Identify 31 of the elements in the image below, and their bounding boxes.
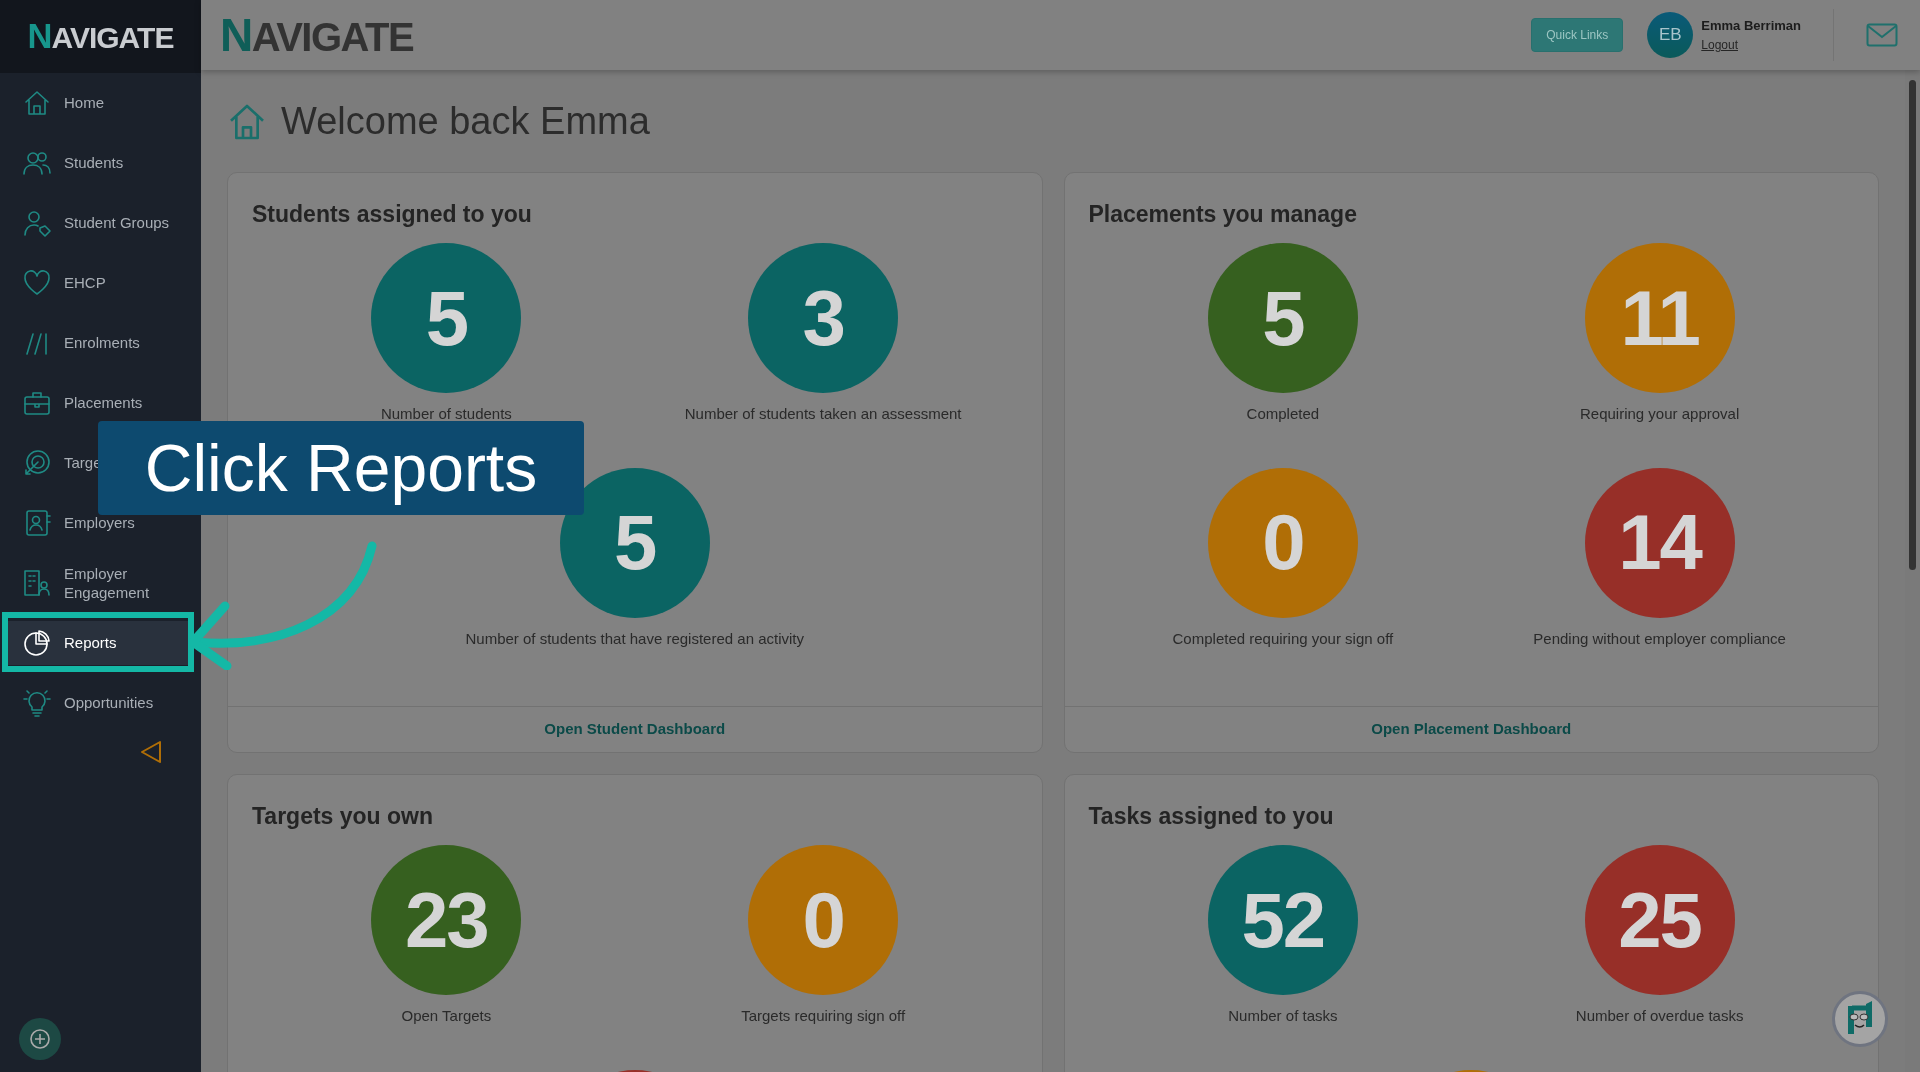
stat-label: Number of students that have registered an activity xyxy=(465,628,804,649)
stat-label: Open Targets xyxy=(401,1006,492,1026)
stat-label: Completed xyxy=(1246,404,1320,424)
logo: NAVIGATE xyxy=(27,15,174,57)
stat-label: Number of students xyxy=(380,404,512,424)
stat-label: Pending without employer compliance xyxy=(1533,628,1786,649)
stat-circle: 3 xyxy=(748,243,899,393)
stat-circle: 14 xyxy=(1584,467,1735,618)
card-title: Placements you manage xyxy=(1087,200,1358,229)
stat-circle: 11 xyxy=(1584,243,1735,393)
page-title: Welcome back Emma xyxy=(281,99,650,145)
stat-circle: 5 xyxy=(1207,243,1358,393)
callout-tooltip: Click Reports xyxy=(98,421,584,515)
stat-circle: 0 xyxy=(748,845,899,995)
user-name: Emma Berriman xyxy=(1701,17,1801,36)
stat-label: Requiring your approval xyxy=(1580,404,1740,424)
stat-circle: 5 xyxy=(559,467,710,618)
card-title: Students assigned to you xyxy=(251,200,533,229)
stat-label: Number of overdue tasks xyxy=(1575,1006,1744,1026)
stat-circle: 5 xyxy=(371,243,522,393)
stat-label: Number of students taken an assessment xyxy=(684,404,962,424)
logo: NAVIGATE xyxy=(220,7,414,63)
stat-label: Number of tasks xyxy=(1228,1006,1338,1026)
stat-circle: 23 xyxy=(371,845,522,995)
stat-circle: 52 xyxy=(1207,845,1358,995)
card-title: Tasks assigned to you xyxy=(1087,802,1335,831)
stat-label: Targets requiring sign off xyxy=(741,1006,906,1026)
stat-label: Completed requiring your sign off xyxy=(1172,628,1394,649)
stat-circle: 25 xyxy=(1584,845,1735,995)
stat-circle: 0 xyxy=(1207,467,1358,618)
card-title: Targets you own xyxy=(251,802,435,831)
